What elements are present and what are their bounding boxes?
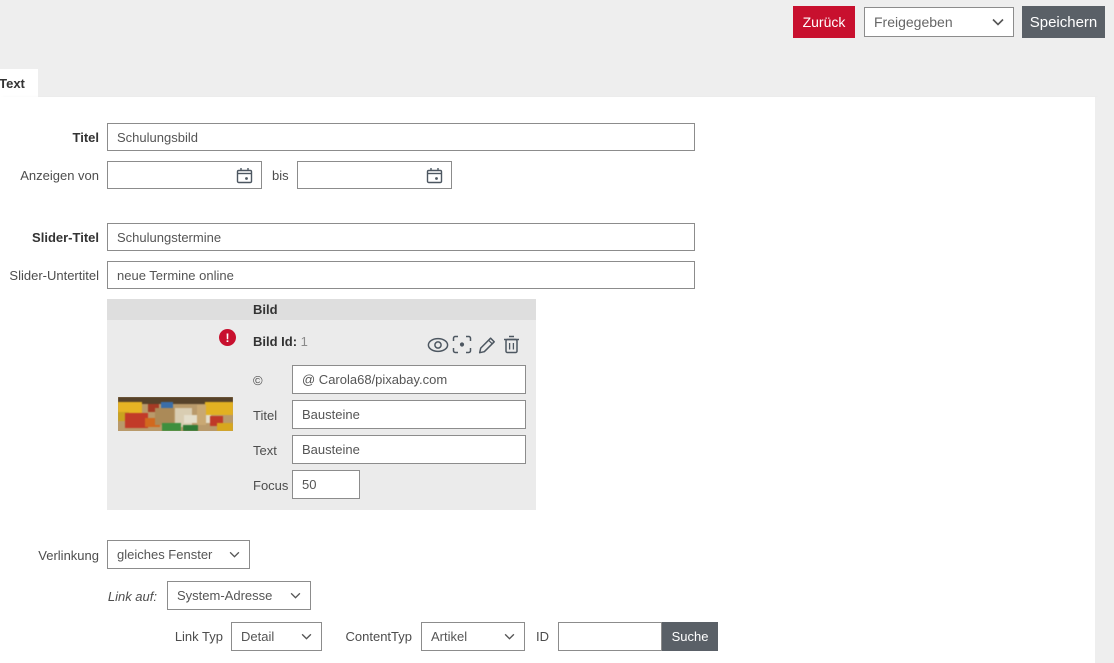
content-typ-select[interactable]: Artikel [421, 622, 525, 651]
content-typ-select-value: Artikel [431, 629, 467, 644]
copyright-input[interactable] [292, 365, 526, 394]
suche-button[interactable]: Suche [662, 622, 718, 651]
chevron-down-icon [223, 551, 240, 558]
verlinkung-select[interactable]: gleiches Fenster [107, 540, 250, 569]
bild-id-label: Bild Id: 1 [253, 334, 308, 349]
bild-thumbnail [118, 397, 233, 431]
pencil-icon[interactable] [478, 336, 497, 354]
bild-thumbnail-mosaic [118, 397, 233, 431]
bild-id-caption: Bild Id: [253, 334, 297, 349]
slider-untertitel-label: Slider-Untertitel [0, 268, 99, 283]
id-label: ID [536, 629, 554, 644]
chevron-down-icon [498, 633, 515, 640]
eye-icon[interactable] [427, 337, 449, 353]
tab-text[interactable]: Text [0, 69, 38, 97]
content-typ-label: ContentTyp [300, 629, 412, 644]
link-auf-select[interactable]: System-Adresse [167, 581, 311, 610]
trash-icon[interactable] [503, 335, 520, 354]
link-typ-select-value: Detail [241, 629, 274, 644]
copyright-label: © [253, 373, 263, 388]
focal-point-icon[interactable] [452, 335, 472, 354]
titel-input[interactable] [107, 123, 695, 151]
link-auf-label: Link auf: [0, 589, 157, 604]
bild-id-value: 1 [301, 334, 308, 349]
id-input[interactable] [558, 622, 662, 651]
bild-text-label: Text [253, 443, 277, 458]
editor-page: Zurück Freigegeben Speichern Text Titel … [0, 0, 1114, 663]
calendar-icon[interactable] [236, 167, 253, 184]
save-button[interactable]: Speichern [1022, 6, 1105, 38]
error-icon: ! [219, 329, 236, 346]
status-select[interactable]: Freigegeben [864, 7, 1014, 37]
verlinkung-select-value: gleiches Fenster [117, 547, 212, 562]
bild-text-input[interactable] [292, 435, 526, 464]
tab-text-label: Text [0, 76, 25, 91]
focus-label: Focus [253, 478, 288, 493]
chevron-down-icon [284, 592, 301, 599]
bild-titel-input[interactable] [292, 400, 526, 429]
bis-label: bis [272, 168, 292, 183]
bild-panel-header: Bild [107, 299, 536, 320]
link-auf-select-value: System-Adresse [177, 588, 272, 603]
verlinkung-label: Verlinkung [0, 548, 99, 563]
slider-titel-input[interactable] [107, 223, 695, 251]
back-button[interactable]: Zurück [793, 6, 855, 38]
bild-titel-label: Titel [253, 408, 277, 423]
titel-label: Titel [0, 130, 99, 145]
right-gutter [1095, 97, 1114, 663]
chevron-down-icon [986, 18, 1004, 26]
slider-titel-label: Slider-Titel [0, 230, 99, 245]
link-typ-label: Link Typ [120, 629, 223, 644]
anzeigen-von-label: Anzeigen von [0, 168, 99, 183]
focus-input[interactable] [292, 470, 360, 499]
calendar-icon[interactable] [426, 167, 443, 184]
slider-untertitel-input[interactable] [107, 261, 695, 289]
status-select-value: Freigegeben [874, 14, 953, 30]
